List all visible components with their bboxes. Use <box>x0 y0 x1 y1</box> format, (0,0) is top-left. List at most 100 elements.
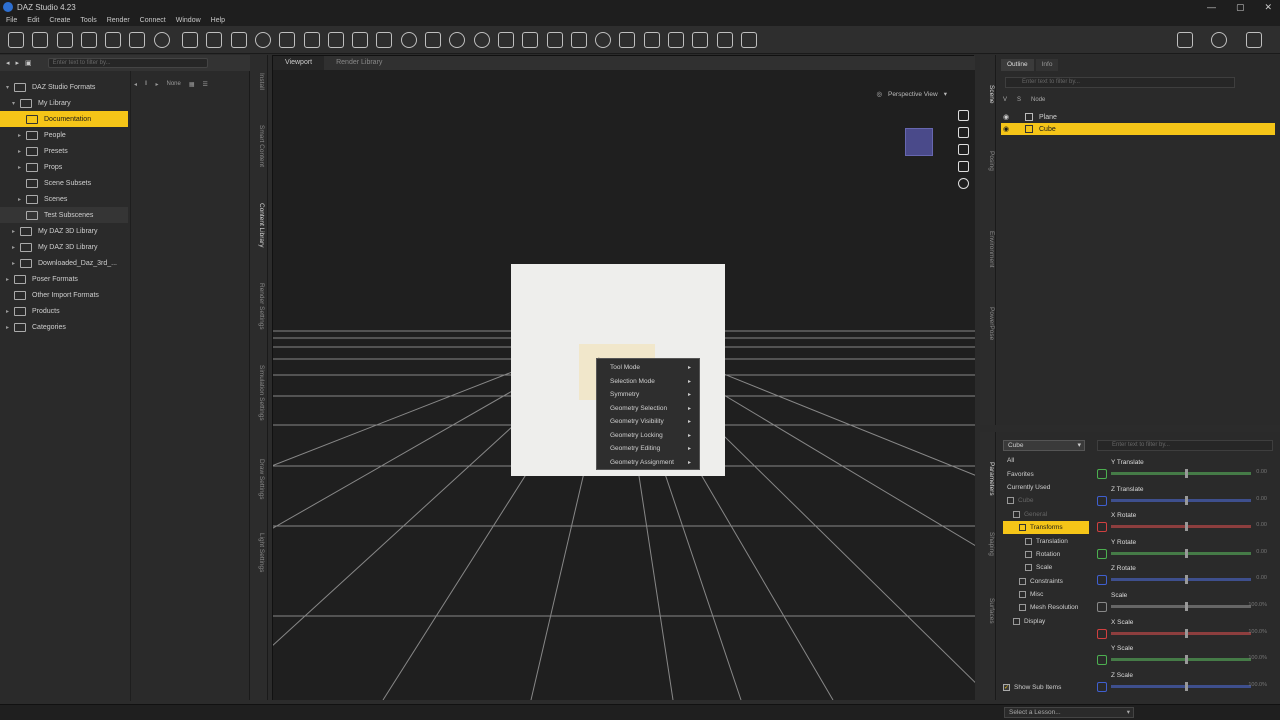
chevron-right-icon[interactable]: ▸ <box>18 196 26 203</box>
joint-editor-icon[interactable] <box>230 31 247 48</box>
tree-item[interactable]: ▾ DAZ Studio Formats <box>0 79 128 95</box>
parameter-value[interactable]: 0.00 <box>1256 522 1267 528</box>
chevron-right-icon[interactable]: ▸ <box>12 244 20 251</box>
parameter-group-item[interactable]: Currently Used <box>1003 481 1089 494</box>
tree-item[interactable]: ▸ Props <box>0 159 128 175</box>
vtab-scene[interactable]: Scene <box>983 85 995 103</box>
context-menu-item[interactable]: Geometry Assignment ▸ <box>597 456 699 470</box>
scene-node-row[interactable]: ◉ Plane <box>1001 111 1275 123</box>
parameter-group-item[interactable]: Cube <box>1003 494 1089 507</box>
close-button[interactable]: ✕ <box>1264 0 1272 14</box>
scale-icon[interactable] <box>522 31 539 48</box>
column-node[interactable]: Node <box>1031 97 1045 107</box>
parameter-value[interactable]: 100.0% <box>1248 682 1267 688</box>
parameter-type-icon[interactable] <box>1097 495 1107 506</box>
folder-options-icon[interactable]: ▣ <box>25 59 32 67</box>
context-menu-item[interactable]: Tool Mode ▸ <box>597 361 699 375</box>
slider-knob[interactable] <box>1185 601 1188 611</box>
frame-icon[interactable] <box>958 161 969 172</box>
tree-item[interactable]: ▸ Products <box>0 303 128 319</box>
tree-item[interactable]: Documentation <box>0 111 128 127</box>
export-icon[interactable] <box>129 31 146 48</box>
parameter-group-item[interactable]: Constraints <box>1003 575 1089 588</box>
chevron-right-icon[interactable]: ▸ <box>18 148 26 155</box>
context-menu-item[interactable]: Geometry Visibility ▸ <box>597 415 699 429</box>
parameter-slider[interactable] <box>1111 604 1251 608</box>
parameter-type-icon[interactable] <box>1097 548 1107 559</box>
vtab-render-settings[interactable]: Render Settings <box>253 283 265 330</box>
tree-item[interactable]: ▸ Categories <box>0 319 128 335</box>
new-scene-icon[interactable] <box>8 31 24 48</box>
menu-render[interactable]: Render <box>107 17 130 24</box>
column-selectable[interactable]: S <box>1017 97 1021 107</box>
scene-search-input[interactable]: Enter text to filter by... <box>1005 77 1235 88</box>
sort-select[interactable]: None <box>167 81 181 87</box>
view-grid-icon[interactable]: ▦ <box>189 81 195 88</box>
chevron-right-icon[interactable]: ▸ <box>6 308 14 315</box>
parameter-type-icon[interactable] <box>1097 601 1107 612</box>
lesson-select[interactable]: Select a Lesson... <box>1004 707 1134 718</box>
parameter-value[interactable]: 100.0% <box>1248 629 1267 635</box>
parameter-type-icon[interactable] <box>1097 681 1107 692</box>
rotate-camera-icon[interactable] <box>449 31 466 48</box>
vtab-posing[interactable]: Posing <box>983 151 995 171</box>
chevron-right-icon[interactable]: ▸ <box>6 276 14 283</box>
vtab-shaping[interactable]: Shaping <box>983 532 995 556</box>
context-menu-item[interactable]: Geometry Selection ▸ <box>597 402 699 416</box>
render-icon[interactable] <box>716 31 733 48</box>
spot-render-icon[interactable] <box>619 31 636 48</box>
translate-icon[interactable] <box>497 31 514 48</box>
region-nav-icon[interactable] <box>327 31 344 48</box>
import-icon[interactable] <box>105 31 122 48</box>
reset-view-icon[interactable] <box>958 178 969 189</box>
checkbox-checked[interactable]: ✓ <box>1003 684 1010 691</box>
geometry-editor-icon[interactable] <box>570 31 587 48</box>
parameter-value[interactable]: 100.0% <box>1248 602 1267 608</box>
parameter-group-item[interactable]: Favorites <box>1003 467 1089 480</box>
context-menu-item[interactable]: Geometry Editing ▸ <box>597 442 699 456</box>
parameter-slider[interactable] <box>1111 684 1251 688</box>
vtab-draw-settings[interactable]: Draw Settings <box>253 459 265 499</box>
parameter-group-item[interactable]: Display <box>1003 615 1089 628</box>
slider-knob[interactable] <box>1185 495 1188 505</box>
vtab-powerpose[interactable]: PowerPose <box>983 307 995 340</box>
parameters-search-input[interactable]: Enter text to filter by... <box>1097 440 1273 451</box>
layout-icon[interactable] <box>1245 32 1262 48</box>
tree-item[interactable]: ▸ My DAZ 3D Library <box>0 239 128 255</box>
chevron-down-icon[interactable]: ▾ <box>6 84 14 91</box>
pan-icon[interactable] <box>958 127 969 138</box>
save-icon[interactable] <box>80 31 97 48</box>
chevron-right-icon[interactable]: ▸ <box>12 228 20 235</box>
visibility-eye-icon[interactable]: ◉ <box>1003 125 1013 133</box>
vtab-content-library[interactable]: Content Library <box>253 203 265 247</box>
menu-file[interactable]: File <box>6 17 17 24</box>
minimize-button[interactable]: — <box>1207 0 1216 14</box>
parameter-value[interactable]: 0.00 <box>1256 496 1267 502</box>
chevron-down-icon[interactable]: ▾ <box>12 100 20 107</box>
node-weight-icon[interactable] <box>303 31 320 48</box>
column-visible[interactable]: V <box>1003 97 1007 107</box>
parameter-group-item[interactable]: Rotation <box>1003 548 1089 561</box>
tree-item[interactable]: ▸ Downloaded_Daz_3rd_... <box>0 255 128 271</box>
show-sub-items-toggle[interactable]: ✓ Show Sub Items <box>1003 684 1061 691</box>
parameter-type-icon[interactable] <box>1097 628 1107 639</box>
help-icon[interactable] <box>1211 32 1228 48</box>
parameter-slider[interactable] <box>1111 631 1251 635</box>
rotate-icon[interactable] <box>473 31 490 48</box>
parameter-value[interactable]: 0.00 <box>1256 549 1267 555</box>
parameter-slider[interactable] <box>1111 472 1251 475</box>
tab-viewport[interactable]: Viewport <box>273 56 325 70</box>
slider-knob[interactable] <box>1185 575 1188 585</box>
orbit-icon[interactable] <box>958 110 969 121</box>
parameter-group-item[interactable]: All <box>1003 454 1089 467</box>
parameter-value[interactable]: 0.00 <box>1256 575 1267 581</box>
parameter-group-item[interactable]: Scale <box>1003 561 1089 574</box>
node-selection-icon[interactable] <box>182 31 199 48</box>
vtab-parameters[interactable]: Parameters <box>983 462 995 496</box>
active-pose-icon[interactable] <box>254 31 271 48</box>
light-icon[interactable] <box>668 31 685 48</box>
chevron-right-icon[interactable]: ▸ <box>18 164 26 171</box>
tree-item[interactable]: ▸ People <box>0 127 128 143</box>
parameter-slider[interactable] <box>1111 551 1251 555</box>
undo-icon[interactable] <box>153 31 170 48</box>
